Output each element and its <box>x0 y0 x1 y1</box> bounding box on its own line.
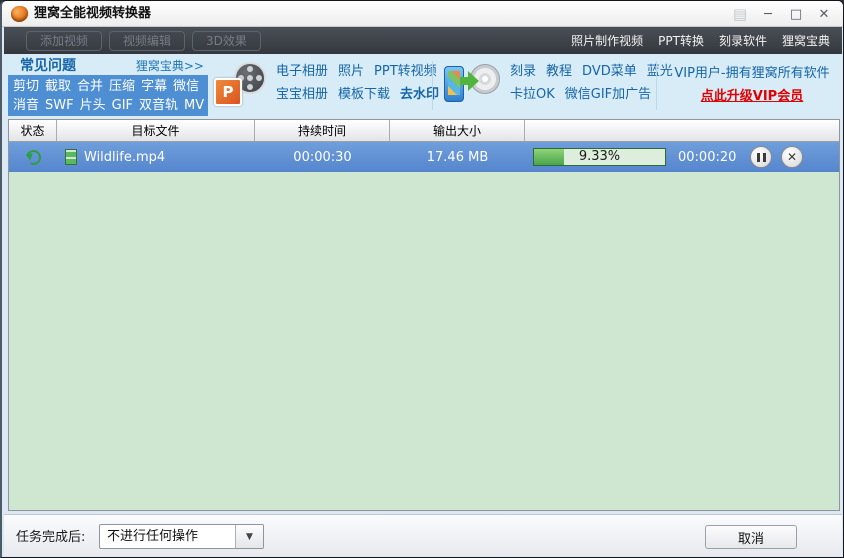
edit-video-button[interactable]: 视频编辑 <box>109 30 186 51</box>
link-burn[interactable]: 刻录 <box>510 60 536 83</box>
close-button[interactable]: ✕ <box>815 5 833 23</box>
pause-icon <box>756 152 766 162</box>
after-task-label: 任务完成后: <box>16 530 86 545</box>
add-video-button[interactable]: 添加视频 <box>26 30 103 51</box>
link-photo[interactable]: 照片 <box>338 60 364 83</box>
toolbar-links: 照片制作视频 PPT转换 刻录软件 狸窝宝典 <box>571 32 830 49</box>
toolbar: 添加视频 视频编辑 3D效果 照片制作视频 PPT转换 刻录软件 狸窝宝典 <box>4 27 842 54</box>
faq-link[interactable]: 截取 <box>45 77 71 96</box>
app-window: 狸窝全能视频转换器 ▤ ─ □ ✕ 添加视频 视频编辑 3D效果 照片制作视频 … <box>0 0 844 558</box>
faq-link[interactable]: 剪切 <box>13 77 39 96</box>
progress-cell: 9.33% 00:00:20 ✕ <box>525 146 839 168</box>
vip-text: VIP用户-拥有狸窝所有软件 <box>674 66 830 81</box>
task-list-header: 状态 目标文件 持续时间 输出大小 <box>9 120 839 142</box>
ppt-video-icon: P <box>214 60 266 108</box>
faq-link[interactable]: 微信 <box>173 77 199 96</box>
ppt-promo-block: P 电子相册 照片 PPT转视频 宝宝相册 模板下载 去水印 <box>214 60 439 108</box>
faq-title: 常见问题 <box>20 58 76 74</box>
after-task-selected-value: 不进行任何操作 <box>107 529 199 544</box>
link-ppt-convert[interactable]: PPT转换 <box>658 32 704 49</box>
link-baby-album[interactable]: 宝宝相册 <box>276 83 328 106</box>
promo-divider <box>656 61 657 110</box>
duration-cell: 00:00:30 <box>293 149 352 165</box>
progress-bar: 9.33% <box>533 148 666 166</box>
progress-percent-label: 9.33% <box>578 149 621 164</box>
file-name: Wildlife.mp4 <box>84 149 166 165</box>
video-converter-icon <box>442 60 500 108</box>
task-list: 状态 目标文件 持续时间 输出大小 Wildlife.mp4 00:00:30 … <box>8 119 840 511</box>
link-e-album[interactable]: 电子相册 <box>276 60 328 83</box>
faq-link[interactable]: MV <box>184 96 204 115</box>
faq-link[interactable]: 双音轨 <box>139 96 178 115</box>
vip-panel: VIP用户-拥有狸窝所有软件 点此升级VIP会员 <box>662 62 842 108</box>
converting-status-icon <box>23 147 43 167</box>
powerpoint-icon: P <box>214 78 242 106</box>
after-task-dropdown[interactable]: 不进行任何操作 ▼ <box>99 524 264 549</box>
header-target-file[interactable]: 目标文件 <box>57 120 255 141</box>
link-wechat-gif-ad[interactable]: 微信GIF加广告 <box>565 83 651 106</box>
promo-divider <box>432 61 433 110</box>
faq-link[interactable]: 压缩 <box>109 77 135 96</box>
faq-link[interactable]: 字幕 <box>141 77 167 96</box>
maximize-button[interactable]: □ <box>787 5 805 23</box>
promo-strip: 常见问题 狸窝宝典>> 剪切 截取 合并 压缩 字幕 微信 消音 SWF 片头 … <box>4 54 842 117</box>
faq-link[interactable]: SWF <box>45 96 74 115</box>
elapsed-time: 00:00:20 <box>678 149 737 165</box>
faq-link[interactable]: GIF <box>112 96 133 115</box>
link-ppt-to-video[interactable]: PPT转视频 <box>374 60 437 83</box>
link-photo-to-video[interactable]: 照片制作视频 <box>571 32 643 49</box>
link-template-download[interactable]: 模板下载 <box>338 83 390 106</box>
link-karaoke[interactable]: 卡拉OK <box>510 83 555 106</box>
video-file-icon <box>65 149 77 165</box>
minimize-button[interactable]: ─ <box>759 5 777 23</box>
footer-bar: 任务完成后: 不进行任何操作 ▼ 取消 <box>4 514 842 556</box>
remove-task-button[interactable]: ✕ <box>781 146 803 168</box>
status-cell <box>9 147 57 167</box>
window-menu-icon[interactable]: ▤ <box>731 5 749 23</box>
burn-promo-block: 刻录 教程 DVD菜单 蓝光 卡拉OK 微信GIF加广告 <box>442 60 673 108</box>
vip-upgrade-link[interactable]: 点此升级VIP会员 <box>662 85 842 108</box>
link-leawo-baodian[interactable]: 狸窝宝典 <box>782 32 830 49</box>
faq-link[interactable]: 片头 <box>80 96 106 115</box>
window-title: 狸窝全能视频转换器 <box>34 6 152 21</box>
faq-link[interactable]: 合并 <box>77 77 103 96</box>
cancel-button[interactable]: 取消 <box>705 525 797 549</box>
header-status[interactable]: 状态 <box>9 120 57 141</box>
faq-more-link[interactable]: 狸窝宝典>> <box>136 57 204 74</box>
title-bar: 狸窝全能视频转换器 ▤ ─ □ ✕ <box>2 1 843 27</box>
file-cell: Wildlife.mp4 <box>57 149 255 165</box>
link-dvd-menu[interactable]: DVD菜单 <box>582 60 637 83</box>
app-logo-icon <box>11 6 28 22</box>
window-controls: ▤ ─ □ ✕ <box>731 1 833 27</box>
pause-button[interactable] <box>750 146 772 168</box>
table-row[interactable]: Wildlife.mp4 00:00:30 17.46 MB 9.33% 00:… <box>9 142 839 172</box>
header-empty <box>525 120 839 141</box>
link-remove-watermark[interactable]: 去水印 <box>400 83 439 106</box>
header-duration[interactable]: 持续时间 <box>255 120 390 141</box>
chevron-down-icon[interactable]: ▼ <box>235 525 263 548</box>
link-tutorial[interactable]: 教程 <box>546 60 572 83</box>
3d-effect-button[interactable]: 3D效果 <box>192 30 261 51</box>
faq-link[interactable]: 消音 <box>13 96 39 115</box>
faq-panel: 常见问题 狸窝宝典>> 剪切 截取 合并 压缩 字幕 微信 消音 SWF 片头 … <box>8 55 208 116</box>
header-output-size[interactable]: 输出大小 <box>390 120 525 141</box>
faq-links-box: 剪切 截取 合并 压缩 字幕 微信 消音 SWF 片头 GIF 双音轨 MV <box>8 75 208 116</box>
size-cell: 17.46 MB <box>426 149 489 165</box>
link-burn-software[interactable]: 刻录软件 <box>719 32 767 49</box>
